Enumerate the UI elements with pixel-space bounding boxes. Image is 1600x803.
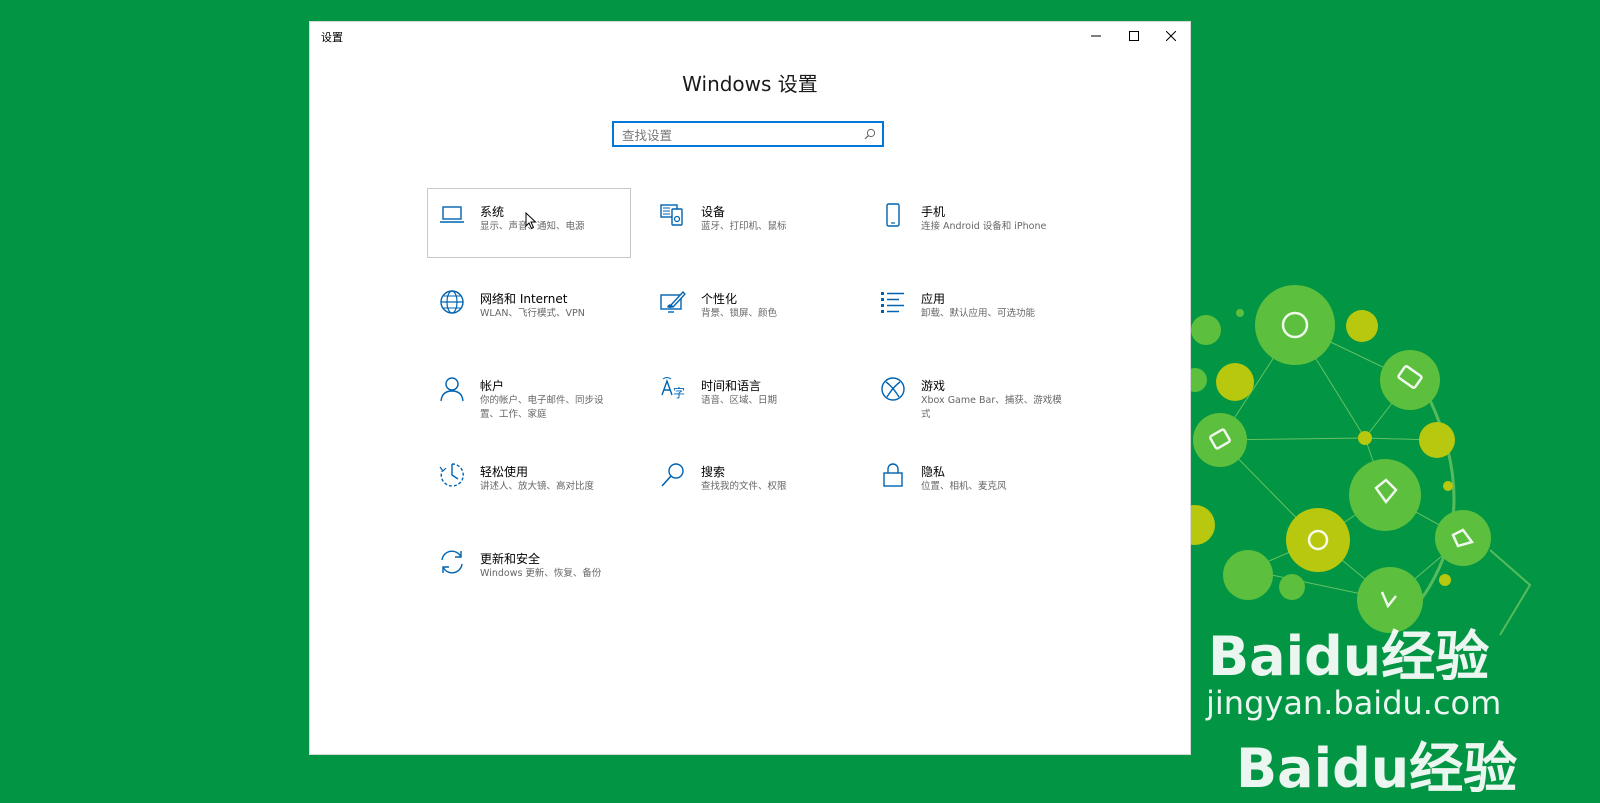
tile-description: 查找我的文件、权限 xyxy=(701,481,787,492)
tile-description: 你的帐户、电子邮件、同步设置、工作、家庭 xyxy=(480,395,604,420)
page-title: Windows 设置 xyxy=(682,72,818,96)
tile-label: 隐私 xyxy=(921,465,946,479)
tile-ease-of-access[interactable]: 轻松使用 讲述人、放大镜、高对比度 xyxy=(427,448,631,518)
tile-personalization[interactable]: 个性化 背景、锁屏、颜色 xyxy=(648,275,852,345)
tile-description: 讲述人、放大镜、高对比度 xyxy=(480,481,595,492)
tile-label: 轻松使用 xyxy=(480,465,529,479)
apps-list-icon xyxy=(881,292,904,313)
tile-devices[interactable]: 设备 蓝牙、打印机、鼠标 xyxy=(648,188,852,258)
minimize-button[interactable] xyxy=(1078,22,1114,50)
magnifier-icon xyxy=(661,463,684,487)
title-bar[interactable]: 设置 xyxy=(310,22,1190,52)
time-language-icon: 字 xyxy=(661,377,685,400)
tile-description: 连接 Android 设备和 iPhone xyxy=(921,221,1047,232)
tile-label: 时间和语言 xyxy=(701,379,762,393)
ease-of-access-icon xyxy=(439,463,464,487)
tile-description: 卸载、默认应用、可选功能 xyxy=(921,308,1036,319)
tile-phone[interactable]: 手机 连接 Android 设备和 iPhone xyxy=(868,188,1072,258)
watermark-logo-repeat: Baidu经验 xyxy=(1236,737,1518,800)
tile-label: 网络和 Internet xyxy=(480,292,568,306)
tile-label: 应用 xyxy=(921,292,946,306)
globe-icon xyxy=(440,290,464,314)
paintbrush-icon xyxy=(660,291,686,313)
tile-label: 手机 xyxy=(921,205,946,219)
tile-gaming[interactable]: 游戏 Xbox Game Bar、捕获、游戏模式 xyxy=(868,362,1072,432)
tile-description: 背景、锁屏、颜色 xyxy=(701,308,778,319)
search-input[interactable] xyxy=(622,126,858,144)
mouse-cursor-icon xyxy=(525,212,537,230)
window-title: 设置 xyxy=(321,31,343,44)
minimize-icon xyxy=(1091,35,1101,37)
phone-icon xyxy=(886,203,900,227)
decorative-bubble-art xyxy=(1190,285,1532,636)
tile-update-security[interactable]: 更新和安全 Windows 更新、恢复、备份 xyxy=(427,535,631,605)
tile-label: 系统 xyxy=(480,205,505,219)
watermark-logo: Baidu经验 xyxy=(1208,625,1490,688)
tile-description: Windows 更新、恢复、备份 xyxy=(480,568,602,579)
tile-apps[interactable]: 应用 卸载、默认应用、可选功能 xyxy=(868,275,1072,345)
tile-description: WLAN、飞行模式、VPN xyxy=(480,308,585,319)
close-button[interactable] xyxy=(1153,22,1189,50)
lock-icon xyxy=(883,463,903,487)
person-icon xyxy=(440,377,464,402)
tile-accounts[interactable]: 帐户 你的帐户、电子邮件、同步设置、工作、家庭 xyxy=(427,362,631,432)
tile-description: 语音、区域、日期 xyxy=(701,395,778,406)
tile-label: 设备 xyxy=(701,205,726,219)
tile-network[interactable]: 网络和 Internet WLAN、飞行模式、VPN xyxy=(427,275,631,345)
tile-description: 蓝牙、打印机、鼠标 xyxy=(701,221,787,232)
tile-label: 游戏 xyxy=(921,379,946,393)
tile-description: 位置、相机、麦克风 xyxy=(921,481,1007,492)
maximize-icon xyxy=(1129,31,1139,41)
tile-label: 帐户 xyxy=(480,379,505,393)
tile-label: 更新和安全 xyxy=(480,552,541,566)
search-icon[interactable] xyxy=(864,128,876,140)
xbox-icon xyxy=(881,377,905,401)
tile-privacy[interactable]: 隐私 位置、相机、麦克风 xyxy=(868,448,1072,518)
tile-description: Xbox Game Bar、捕获、游戏模式 xyxy=(921,395,1062,420)
close-icon xyxy=(1166,31,1176,41)
tile-label: 个性化 xyxy=(701,292,738,306)
devices-icon xyxy=(660,204,683,226)
tile-label: 搜索 xyxy=(701,465,726,479)
tile-search[interactable]: 搜索 查找我的文件、权限 xyxy=(648,448,852,518)
tile-time-language[interactable]: 字 时间和语言 语音、区域、日期 xyxy=(648,362,852,432)
watermark-url: jingyan.baidu.com xyxy=(1206,684,1502,722)
laptop-icon xyxy=(440,206,464,223)
search-box[interactable] xyxy=(612,121,884,147)
maximize-button[interactable] xyxy=(1116,22,1152,50)
settings-window: 设置 Windows 设置 系统 显示、声音、通知、电源 xyxy=(310,22,1190,754)
svg-text:字: 字 xyxy=(673,385,685,400)
sync-icon xyxy=(441,550,463,574)
tile-description: 显示、声音、通知、电源 xyxy=(480,220,622,234)
